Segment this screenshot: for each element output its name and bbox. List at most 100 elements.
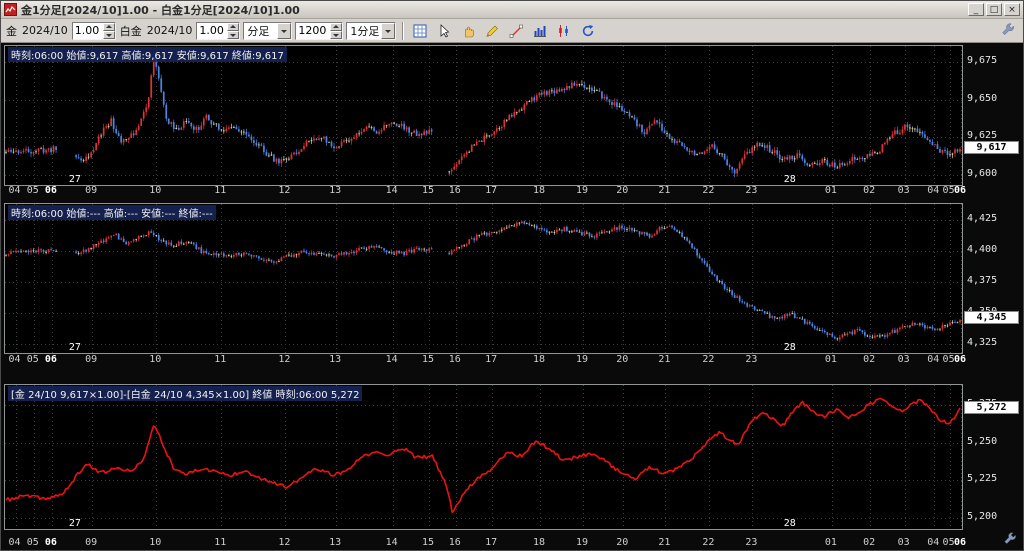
timeframe-select[interactable]: 1分足 [346, 21, 397, 40]
x-axis-label: 17 [485, 185, 498, 196]
x-axis-label: 12 [278, 354, 291, 365]
x-axis-label: 16 [448, 354, 461, 365]
platinum-1min-last-price: 4,345 [964, 311, 1019, 325]
x-axis-label: 21 [658, 354, 671, 365]
x-axis-label: 09 [85, 185, 98, 196]
x-axis-label: 22 [702, 537, 715, 548]
chevron-down-icon[interactable] [381, 22, 396, 39]
x-axis-label: 15 [421, 185, 434, 196]
period-type-value: 分足 [247, 24, 270, 38]
x-axis-label: 05 [942, 185, 955, 196]
x-axis-label: 05 [26, 185, 39, 196]
spin-down-icon[interactable] [102, 30, 115, 39]
bar-count-spinner[interactable] [330, 22, 343, 39]
candle-chart-button[interactable] [553, 20, 575, 41]
platinum-1min-canvas [5, 204, 962, 353]
pencil-icon [486, 25, 498, 37]
spread-plot[interactable]: [金 24/10 9,617×1.00]-[白金 24/10 4,345×1.0… [4, 384, 963, 530]
x-axis-label: 23 [745, 354, 758, 365]
app-window: 金1分足[2024/10]1.00 - 白金1分足[2024/10]1.00 _… [0, 0, 1024, 551]
corner-settings-icon[interactable] [1003, 532, 1019, 548]
platinum-1min-info: 時刻:06:00 始値:--- 高値:--- 安値:--- 終値:--- [8, 205, 216, 220]
spread-canvas [5, 385, 962, 529]
select-tool-button[interactable] [433, 20, 455, 41]
refresh-button[interactable] [577, 20, 599, 41]
x-axis-label: 12 [278, 537, 291, 548]
x-axis-label: 14 [385, 537, 398, 548]
refresh-icon [582, 24, 594, 36]
x-axis-label: 19 [576, 537, 589, 548]
x-axis-label: 06 [954, 354, 967, 365]
x-axis-label: 10 [149, 354, 162, 365]
x-axis-label: 17 [485, 354, 498, 365]
x-axis-label: 02 [863, 185, 876, 196]
settings-button[interactable] [998, 20, 1019, 41]
x-axis-label: 03 [897, 354, 910, 365]
gold-1min-last-price: 9,617 [964, 141, 1019, 155]
gold-month: 2024/10 [22, 24, 68, 37]
x-axis-label: 12 [278, 185, 291, 196]
spin-down-icon[interactable] [227, 30, 240, 39]
gold-multiplier-spinbox[interactable] [71, 21, 116, 40]
spin-down-icon[interactable] [330, 30, 343, 39]
x-axis-label: 19 [576, 354, 589, 365]
timeframe-value: 1分足 [350, 24, 380, 38]
gold-multiplier-spinner[interactable] [102, 22, 115, 39]
x-axis-label: 16 [448, 537, 461, 548]
hand-tool-button[interactable] [457, 20, 479, 41]
pencil-tool-button[interactable] [481, 20, 503, 41]
platinum-multiplier-spinner[interactable] [227, 22, 240, 39]
gold-1min-plot[interactable]: 時刻:06:00 始値:9,617 高値:9,617 安値:9,617 終値:9… [4, 45, 963, 186]
titlebar[interactable]: 金1分足[2024/10]1.00 - 白金1分足[2024/10]1.00 _… [1, 1, 1023, 19]
close-button[interactable]: × [1004, 3, 1020, 16]
x-axis-label: 20 [616, 537, 629, 548]
day-marker: 27 [68, 518, 81, 529]
x-axis-label: 04 [927, 185, 940, 196]
x-axis-label: 05 [942, 354, 955, 365]
app-icon [4, 3, 17, 16]
platinum-multiplier-spinbox[interactable] [196, 21, 241, 40]
y-axis-label: 4,325 [967, 337, 998, 349]
trendline-tool-button[interactable] [505, 20, 527, 41]
gold-1min-canvas [5, 46, 962, 185]
platinum-1min-plot[interactable]: 時刻:06:00 始値:--- 高値:--- 安値:--- 終値:--- 27 28 [4, 203, 963, 354]
bar-count-input[interactable] [296, 23, 331, 38]
x-axis-label: 13 [329, 354, 342, 365]
chevron-down-icon[interactable] [277, 22, 292, 39]
wrench-icon [1002, 23, 1014, 35]
x-axis-label: 23 [745, 185, 758, 196]
x-axis-label: 18 [532, 537, 545, 548]
period-type-select[interactable]: 分足 [243, 21, 293, 40]
gold-multiplier-input[interactable] [72, 23, 103, 38]
wrench-icon [1004, 532, 1016, 544]
day-marker: 27 [68, 174, 81, 185]
x-axis-label: 05 [26, 537, 39, 548]
x-axis-label: 13 [329, 185, 342, 196]
x-axis-label: 02 [863, 354, 876, 365]
minimize-button[interactable]: _ [968, 3, 984, 16]
spread-last-price: 5,272 [964, 401, 1019, 415]
chart-area[interactable]: 時刻:06:00 始値:9,617 高値:9,617 安値:9,617 終値:9… [1, 43, 1023, 550]
platinum-multiplier-input[interactable] [197, 23, 228, 38]
spin-up-icon[interactable] [227, 22, 240, 31]
x-axis-label: 02 [863, 537, 876, 548]
x-axis-label: 06 [954, 185, 967, 196]
x-axis-label: 15 [421, 354, 434, 365]
chart-grid-button[interactable] [409, 20, 431, 41]
x-axis-label: 22 [702, 185, 715, 196]
spin-up-icon[interactable] [330, 22, 343, 31]
x-axis-label: 16 [448, 185, 461, 196]
window-title: 金1分足[2024/10]1.00 - 白金1分足[2024/10]1.00 [21, 3, 300, 17]
x-axis-label: 11 [214, 185, 227, 196]
bar-count-spinbox[interactable] [295, 21, 344, 40]
spin-up-icon[interactable] [102, 22, 115, 31]
x-axis-label: 06 [954, 537, 967, 548]
x-axis-label: 01 [824, 354, 837, 365]
bar-chart-button[interactable] [529, 20, 551, 41]
gold-label: 金 [6, 24, 17, 38]
trendline-icon [509, 24, 523, 38]
y-axis-label: 5,200 [967, 511, 998, 523]
x-axis-label: 09 [85, 537, 98, 548]
x-axis-label: 04 [8, 537, 21, 548]
restore-button[interactable]: □ [986, 3, 1002, 16]
